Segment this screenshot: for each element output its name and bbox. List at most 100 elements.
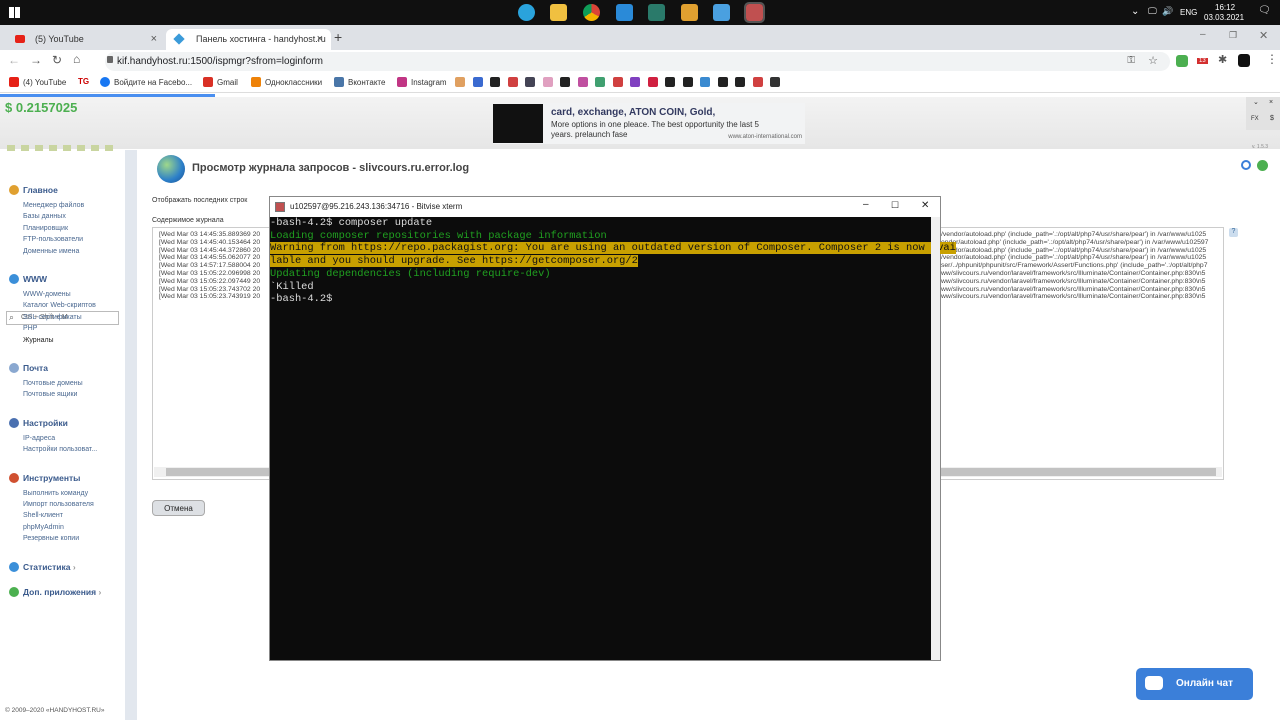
terminal-maximize-button[interactable]: ☐ — [891, 200, 899, 211]
close-tab-icon[interactable]: × — [317, 33, 323, 45]
sidebar-group[interactable]: Почта — [9, 363, 48, 373]
sidebar-group[interactable]: Настройки — [9, 417, 68, 428]
bookmark-favicon-icon[interactable] — [647, 77, 658, 87]
tray-chevron-icon[interactable]: ⌄ — [1131, 6, 1139, 17]
terminal-icon[interactable] — [648, 4, 665, 21]
help-globe-icon[interactable] — [1257, 160, 1268, 171]
sidebar-item[interactable]: phpMyAdmin — [23, 524, 64, 531]
bookmark-star-icon[interactable]: ☆ — [1148, 54, 1158, 67]
ad-domain[interactable]: www.aton-international.com — [728, 134, 802, 140]
sidebar-group[interactable]: Инструменты — [9, 472, 80, 483]
sidebar-item[interactable]: Доменные имена — [23, 248, 79, 255]
terminal-close-button[interactable]: ✕ — [921, 200, 929, 211]
sidebar-item[interactable]: FTP-пользователи — [23, 236, 83, 243]
bitvise-xterm-window[interactable]: u102597@95.216.243.136:34716 - Bitvise x… — [269, 196, 956, 661]
online-chat-button[interactable]: Онлайн чат — [1136, 668, 1253, 700]
bookmark-favicon-icon[interactable] — [612, 77, 623, 87]
git-icon[interactable] — [681, 4, 698, 21]
minimize-button[interactable]: – — [1200, 29, 1206, 40]
bookmark-favicon-icon[interactable] — [682, 77, 693, 87]
bookmark-gmail[interactable]: Gmail — [203, 77, 238, 87]
sidebar-item[interactable]: Импорт пользователя — [23, 501, 94, 508]
bookmark-youtube[interactable]: (4) YouTube — [9, 77, 66, 87]
sidebar-item[interactable]: Выполнить команду — [23, 490, 88, 497]
close-window-button[interactable]: ✕ — [1259, 29, 1268, 42]
tab-handyhost[interactable]: Панель хостинга - handyhost.ru × — [166, 29, 331, 50]
bookmark-favicon-icon[interactable] — [577, 77, 588, 87]
windows-start-icon[interactable] — [9, 7, 20, 18]
bookmark-favicon-icon[interactable] — [630, 77, 640, 87]
fx-button[interactable]: FX — [1251, 116, 1259, 122]
collapse-icon[interactable]: ⌄ — [1253, 98, 1259, 106]
sidebar-item[interactable]: Планировщик — [23, 225, 68, 232]
forward-icon[interactable]: → — [30, 53, 42, 67]
sidebar-item[interactable]: WWW-домены — [23, 291, 71, 298]
bookmark-favicon-icon[interactable] — [700, 77, 710, 87]
clock-date[interactable]: 03.03.2021 — [1204, 13, 1244, 22]
network-icon[interactable]: 🖵 — [1148, 6, 1157, 17]
help-icon[interactable]: ? — [1229, 228, 1238, 237]
chrome-icon[interactable] — [583, 4, 600, 21]
url-bar[interactable]: kif.handyhost.ru:1500/ispmgr?sfrom=login… — [105, 52, 1170, 71]
bookmark-favicon-icon[interactable] — [770, 77, 780, 87]
bookmark-favicon-icon[interactable] — [595, 77, 605, 87]
vscode-icon[interactable] — [616, 4, 633, 21]
terminal-scrollbar[interactable] — [931, 217, 940, 660]
advertisement[interactable]: card, exchange, ATON COIN, Gold, More op… — [493, 103, 805, 144]
tab-youtube[interactable]: (5) YouTube × — [5, 29, 165, 50]
cancel-button[interactable]: Отмена — [152, 500, 205, 516]
ad-title[interactable]: card, exchange, ATON COIN, Gold, — [551, 107, 715, 118]
key-icon[interactable]: ⚿ — [1127, 55, 1135, 66]
extension-badge[interactable]: 13 — [1197, 58, 1208, 64]
clock-time[interactable]: 16:12 — [1215, 3, 1235, 12]
bookmark-favicon-icon[interactable] — [455, 77, 465, 87]
language-indicator[interactable]: ENG — [1180, 8, 1197, 17]
sidebar-item[interactable]: Почтовые ящики — [23, 391, 77, 398]
terminal-output[interactable]: -bash-4.2$ composer update Loading compos… — [270, 217, 956, 660]
sidebar-scrollbar[interactable] — [125, 150, 137, 720]
new-tab-button[interactable]: + — [334, 29, 342, 45]
bookmark-favicon-icon[interactable] — [490, 77, 500, 87]
back-icon[interactable]: ← — [8, 53, 20, 67]
sidebar-item[interactable]: Менеджер файлов — [23, 202, 84, 209]
close-panel-icon[interactable]: × — [1269, 99, 1273, 106]
bookmark-odnoklassniki[interactable]: Одноклассники — [251, 77, 322, 87]
bitvise-icon[interactable] — [744, 2, 765, 23]
sidebar-group[interactable]: Доп. приложения › — [9, 586, 101, 597]
bookmark-favicon-icon[interactable] — [665, 77, 675, 87]
sidebar-group[interactable]: Главное — [9, 185, 58, 195]
restore-button[interactable]: ❐ — [1229, 30, 1237, 41]
sidebar-group[interactable]: Статистика › — [9, 561, 76, 572]
menu-kebab-icon[interactable]: ⋮ — [1266, 52, 1278, 66]
bookmark-favicon-icon[interactable] — [752, 77, 763, 87]
home-icon[interactable]: ⌂ — [73, 52, 80, 66]
sidebar-item[interactable]: Каталог Web-скриптов — [23, 302, 96, 309]
sidebar-group[interactable]: WWW — [9, 274, 47, 284]
bookmark-favicon-icon[interactable] — [735, 77, 745, 87]
bookmark-vkontakte[interactable]: Вконтакте — [334, 77, 385, 87]
sidebar-item[interactable]: PHP — [23, 325, 37, 332]
bookmark-favicon-icon[interactable] — [542, 77, 553, 87]
close-tab-icon[interactable]: × — [151, 33, 157, 45]
bookmark-favicon-icon[interactable] — [525, 77, 535, 87]
sidebar-item[interactable]: Резервные копии — [23, 535, 79, 542]
sidebar-item[interactable]: IP-адреса — [23, 435, 55, 442]
telegram-icon[interactable] — [518, 4, 535, 21]
tg-icon[interactable]: TG — [78, 77, 89, 86]
bookmark-favicon-icon[interactable] — [507, 77, 518, 87]
sidebar-item[interactable]: SSL-сертификаты — [23, 314, 82, 321]
sidebar-item[interactable]: Почтовые домены — [23, 380, 83, 387]
refresh-icon[interactable] — [1241, 160, 1251, 170]
bookmark-instagram[interactable]: Instagram — [397, 77, 447, 87]
profile-icon[interactable] — [1238, 54, 1250, 67]
bookmark-favicon-icon[interactable] — [717, 77, 728, 87]
terminal-title-bar[interactable]: u102597@95.216.243.136:34716 - Bitvise x… — [270, 197, 940, 217]
sidebar-item[interactable]: Shell-клиент — [23, 512, 63, 519]
bookmark-facebook[interactable]: Войдите на Facebo... — [100, 77, 192, 87]
terminal-minimize-button[interactable]: – — [863, 199, 869, 210]
extensions-puzzle-icon[interactable]: ✱ — [1218, 53, 1227, 66]
bookmark-favicon-icon[interactable] — [560, 77, 570, 87]
sidebar-item[interactable]: Настройки пользоват... — [23, 446, 97, 453]
extension-shield-icon[interactable] — [1176, 55, 1188, 67]
file-explorer-icon[interactable] — [550, 4, 567, 21]
